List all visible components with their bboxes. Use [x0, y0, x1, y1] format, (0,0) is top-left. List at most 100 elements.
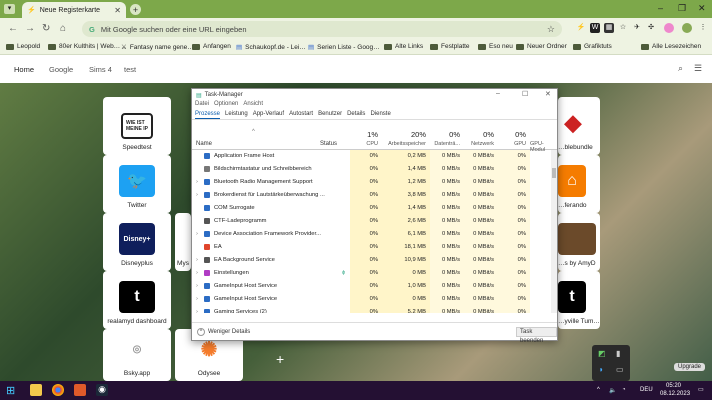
tray-app-icon[interactable]: ◩ [598, 349, 606, 358]
bookmark-item[interactable]: Neuer Ordner [516, 43, 567, 50]
tab-startup[interactable]: Autostart [289, 110, 313, 119]
tab-users[interactable]: Benutzer [318, 110, 342, 119]
forward-icon[interactable]: → [25, 23, 35, 34]
maximize-icon[interactable]: ☐ [522, 90, 528, 98]
bookmark-item[interactable]: ▤ Serien Liste - Goog… [308, 43, 380, 52]
bookmark-item[interactable]: ▤ Schaukopf.de - Lei… [236, 43, 306, 52]
extension-icon[interactable]: ☆ [618, 23, 628, 33]
col-gpu-engine[interactable]: GPU-Modul [530, 127, 557, 153]
shortcut-tile[interactable]: 🐦 Twitter [103, 155, 171, 213]
speaker-icon[interactable]: 🔈 [609, 387, 616, 394]
col-cpu[interactable]: 1% CPU [350, 127, 382, 150]
process-row[interactable]: Bildschirmtastatur und Schreibbereich 0% 1… [192, 163, 550, 176]
close-icon[interactable]: ✕ [545, 90, 551, 98]
language-indicator[interactable]: DEU [640, 387, 653, 393]
add-shortcut-icon[interactable]: + [276, 351, 284, 367]
expand-chevron-icon[interactable]: › [196, 179, 198, 185]
app-icon[interactable] [74, 384, 86, 396]
sort-chevron-icon[interactable]: ^ [252, 129, 255, 135]
process-row[interactable]: › GameInput Host Service 0% 0 MB 0 MB/s 0 MBi… [192, 293, 550, 306]
shortcut-tile[interactable]: WIE IST MEINE IP Speedtest [103, 97, 171, 155]
omnibox[interactable]: G Mit Google suchen oder eine URL eingeb… [82, 21, 562, 37]
shortcut-tile[interactable]: …s by AmyD [558, 213, 600, 271]
bookmark-star-icon[interactable]: ☆ [547, 24, 555, 35]
ntp-link-google[interactable]: Google [49, 65, 73, 74]
reload-icon[interactable]: ↻ [42, 23, 50, 34]
home-icon[interactable]: ⌂ [60, 23, 66, 34]
scrollbar-thumb[interactable] [552, 168, 556, 178]
shortcut-tile[interactable]: Disney+ Disneyplus [103, 213, 171, 271]
steam-icon[interactable]: ◉ [96, 384, 108, 396]
menu-file[interactable]: Datei [195, 101, 209, 110]
tab-new-tab[interactable]: ⚡ Neue Registerkarte ✕ [22, 2, 126, 18]
bookmark-item[interactable]: Leopold [6, 43, 40, 50]
clock-date[interactable]: 08.12.2023 [660, 391, 690, 397]
ntp-link-sims4[interactable]: Sims 4 [89, 65, 112, 74]
search-icon[interactable]: ⌕ [678, 63, 683, 74]
settings-icon[interactable]: ☰ [694, 63, 702, 74]
scrollbar[interactable] [551, 150, 557, 313]
back-icon[interactable]: ← [8, 23, 18, 34]
maximize-icon[interactable]: ❐ [678, 3, 686, 14]
process-row[interactable]: › Einstellungen ϕ 0% 0 MB 0 MB/s 0 MBit/s 0% [192, 267, 550, 280]
tab-services[interactable]: Dienste [370, 110, 390, 119]
extension-icon[interactable]: ▦ [604, 23, 614, 33]
tab-app-history[interactable]: App-Verlauf [253, 110, 284, 119]
process-row[interactable]: › GameInput Host Service 0% 1,0 MB 0 MB/s 0 M… [192, 280, 550, 293]
chrome-icon[interactable] [52, 384, 64, 396]
process-row[interactable]: › Gaming Services (2) 0% 5,2 MB 0 MB/s 0 MBit… [192, 306, 550, 313]
expand-chevron-icon[interactable]: › [196, 192, 198, 198]
process-row[interactable]: › EA Background Service 0% 10,9 MB 0 MB/s 0 M… [192, 254, 550, 267]
process-row[interactable]: › Bluetooth Radio Management Support 0% 1,2… [192, 176, 550, 189]
menu-icon[interactable]: ⋮ [698, 23, 708, 33]
new-tab-button[interactable]: + [130, 4, 141, 15]
shortcut-tile[interactable]: ◎ Bsky.app [103, 329, 171, 381]
profile-avatar[interactable] [664, 23, 674, 33]
extension-icon[interactable]: ✈ [632, 23, 642, 33]
extension-icon[interactable]: W [590, 23, 600, 33]
extension-icon[interactable]: ⚡ [576, 23, 586, 33]
notification-icon[interactable]: ▭ [698, 386, 704, 393]
menu-view[interactable]: Ansicht [243, 101, 263, 110]
tab-processes[interactable]: Prozesse [195, 110, 221, 119]
bookmark-item[interactable]: Alte Links [384, 43, 423, 50]
tray-app-icon[interactable]: ◑ [598, 365, 603, 374]
all-bookmarks[interactable]: Alle Lesezeichen [641, 43, 701, 50]
col-disk[interactable]: 0% Datenträ... [430, 127, 464, 150]
chevron-up-icon[interactable]: ^ [597, 387, 600, 393]
process-row[interactable]: › Brokerdienst für Lautstärkeüberwachung … [192, 189, 550, 202]
windows-start-icon[interactable]: ⊞ [6, 384, 18, 397]
tray-app-icon[interactable]: ▭ [616, 365, 624, 374]
bookmark-item[interactable]: 80er Kulthits | Web… [48, 43, 120, 50]
shortcut-tile[interactable]: ⌂ …ferando [558, 155, 600, 213]
bookmark-item[interactable]: ⚔ Fantasy name gene… [121, 43, 194, 52]
clock-time[interactable]: 05:20 [666, 383, 681, 389]
expand-chevron-icon[interactable]: › [196, 231, 198, 237]
upgrade-button[interactable]: Upgrade [674, 363, 706, 371]
expand-chevron-icon[interactable]: › [196, 283, 198, 289]
puzzle-icon[interactable]: ✣ [646, 23, 656, 33]
close-icon[interactable]: ✕ [114, 6, 121, 15]
process-row[interactable]: CTF-Ladeprogramm 0% 2,6 MB 0 MB/s 0 MBit/s 0% [192, 215, 550, 228]
file-explorer-icon[interactable] [30, 384, 42, 396]
col-network[interactable]: 0% Netzwerk [464, 127, 498, 150]
col-gpu[interactable]: 0% GPU [498, 127, 530, 150]
process-row[interactable]: COM Surrogate 0% 1,4 MB 0 MB/s 0 MBit/s 0% [192, 202, 550, 215]
menu-options[interactable]: Optionen [214, 101, 238, 110]
expand-chevron-icon[interactable]: › [196, 296, 198, 302]
bookmark-item[interactable]: Festplatte [430, 43, 470, 50]
tab-performance[interactable]: Leistung [225, 110, 248, 119]
tray-app-icon[interactable]: ▮ [616, 349, 620, 358]
ntp-link-home[interactable]: Home [14, 65, 34, 74]
bookmark-item[interactable]: Anfangen [192, 43, 231, 50]
col-status[interactable]: Status [320, 141, 337, 147]
col-name[interactable]: Name [196, 141, 212, 147]
end-task-button[interactable]: Task beenden [516, 327, 557, 344]
minimize-icon[interactable]: – [496, 90, 500, 97]
shortcut-tile[interactable]: Mys [175, 213, 191, 271]
shortcut-tile[interactable]: t realamyd dashboard [103, 271, 171, 329]
bookmark-item[interactable]: Grafiktuts [573, 43, 612, 50]
ntp-link-test[interactable]: test [124, 65, 136, 74]
expand-chevron-icon[interactable]: › [196, 270, 198, 276]
bookmark-item[interactable]: Eso neu [478, 43, 513, 50]
